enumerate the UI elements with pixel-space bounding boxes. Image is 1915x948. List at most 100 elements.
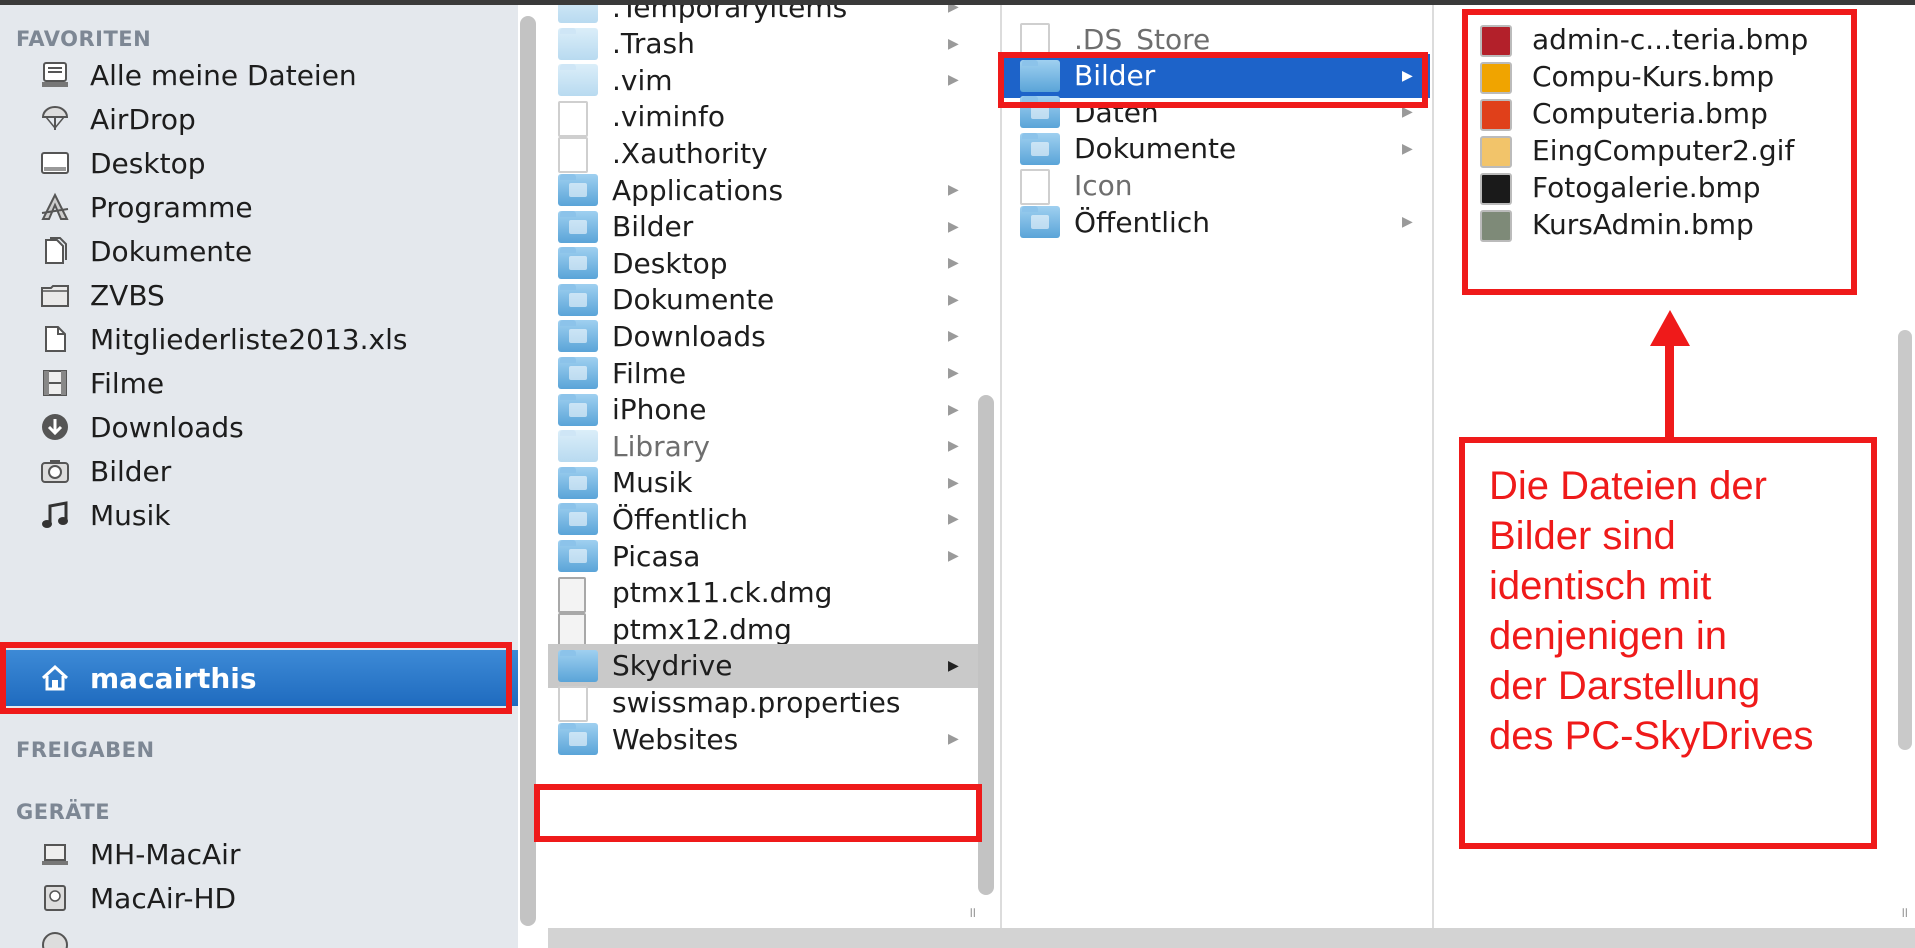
disclosure-arrow-icon: ▶ [948, 731, 959, 747]
documents-icon [38, 234, 72, 268]
folder-icon [1020, 132, 1060, 165]
folder-icon [558, 283, 598, 316]
file-name: ptmx12.dmg [612, 612, 792, 646]
sidebar-item-label: Desktop [90, 146, 206, 180]
folder-icon [1020, 96, 1060, 129]
disclosure-arrow-icon: ▶ [948, 511, 959, 528]
file-name: Library [612, 429, 710, 463]
disclosure-arrow-icon: ▶ [948, 548, 959, 564]
bmp-thumbnail-icon [1480, 210, 1512, 242]
file-name: Skydrive [612, 649, 733, 683]
sidebar-section-devices: GERÄTE [16, 800, 111, 824]
file-name: Applications [612, 173, 784, 207]
file-row-websites[interactable]: Websites ▶ [548, 717, 978, 761]
camera-icon [38, 454, 72, 488]
file-name: Computeria.bmp [1532, 96, 1768, 130]
file-name: Daten [1074, 95, 1159, 129]
sidebar-item-label: Dokumente [90, 234, 253, 268]
column-resize-grip[interactable]: ॥ [968, 903, 976, 922]
folder-icon [38, 278, 72, 312]
folder-icon [558, 540, 598, 572]
disclosure-arrow-icon: ▶ [948, 255, 959, 272]
disclosure-arrow-icon: ▶ [1402, 214, 1413, 230]
file-name: iPhone [612, 393, 707, 427]
disclosure-arrow-icon: ▶ [948, 657, 959, 674]
sidebar-item-label: macairthis [90, 661, 257, 695]
file-name: Picasa [612, 539, 701, 573]
file-name: .vim [612, 63, 673, 97]
all-files-icon [38, 58, 72, 92]
disclosure-arrow-icon: ▶ [948, 474, 959, 491]
file-row-kursadmin-bmp[interactable]: KursAdmin.bmp [1480, 202, 1860, 246]
folder-icon [558, 430, 598, 463]
home-icon [38, 661, 72, 695]
column-bilder-scrollbar[interactable] [1898, 330, 1912, 750]
disclosure-arrow-icon: ▶ [948, 401, 959, 418]
file-name: Desktop [612, 246, 728, 280]
sidebar-item-label: AirDrop [90, 102, 196, 136]
column-home-scrollbar[interactable] [978, 395, 994, 895]
annotation-line: denjenigen in [1489, 614, 1727, 658]
annotation-line: Die Dateien der [1489, 464, 1767, 508]
sidebar-item-label: MacAir-HD [90, 881, 237, 915]
annotation-line: Bilder sind [1489, 514, 1676, 558]
folder-icon [1020, 206, 1060, 238]
folder-icon [558, 210, 598, 243]
annotation-line: identisch mit [1489, 564, 1712, 608]
disclosure-arrow-icon: ▶ [1402, 104, 1413, 121]
file-row-öffentlich[interactable]: Öffentlich ▶ [1002, 200, 1430, 244]
folder-icon [558, 27, 598, 60]
horizontal-scrollbar[interactable] [548, 928, 1915, 948]
file-name: Bilder [612, 210, 694, 244]
sidebar-scrollbar[interactable] [520, 16, 536, 926]
applications-icon [38, 190, 72, 224]
disclosure-arrow-icon: ▶ [1402, 67, 1413, 84]
disclosure-arrow-icon: ▶ [948, 72, 959, 89]
annotation-arrow [1665, 340, 1674, 440]
file-name: .Xauthority [612, 136, 768, 170]
file-name: Fotogalerie.bmp [1532, 170, 1761, 204]
folder-icon [558, 174, 598, 206]
sidebar-item-label: Filme [90, 366, 165, 400]
file-name: Öffentlich [612, 502, 748, 536]
folder-icon [1020, 59, 1060, 92]
column-home: .Temporaryitems ▶ .Trash ▶ .vim ▶ .viminfo .Xau… [548, 5, 978, 948]
downloads-icon [38, 410, 72, 444]
disclosure-arrow-icon: ▶ [948, 438, 959, 455]
sidebar-item-home[interactable]: macairthis [0, 650, 518, 706]
disclosure-arrow-icon: ▶ [948, 182, 959, 198]
annotation-box: Die Dateien der Bilder sind identisch mi… [1459, 437, 1877, 849]
bmp-thumbnail-icon [1480, 25, 1512, 57]
desktop-icon [38, 146, 72, 180]
file-name: Bilder [1074, 59, 1156, 93]
sidebar-section-shares: FREIGABEN [16, 738, 155, 762]
file-name: Filme [612, 356, 687, 390]
file-name: Compu-Kurs.bmp [1532, 59, 1775, 93]
sidebar-item-music[interactable]: Musik [0, 489, 518, 541]
sidebar-item-partial[interactable] [0, 916, 518, 948]
sidebar-item-label: Downloads [90, 410, 244, 444]
sidebar-item-label: Mitgliederliste2013.xls [90, 322, 408, 356]
annotation-text: Die Dateien der Bilder sind identisch mi… [1489, 461, 1869, 761]
folder-icon [558, 723, 598, 755]
file-name: .DS_Store [1074, 22, 1211, 56]
file-name: .Trash [612, 27, 695, 61]
annotation-line: des PC-SkyDrives [1489, 714, 1814, 758]
file-name: Musik [612, 466, 693, 500]
disclosure-arrow-icon: ▶ [948, 328, 959, 345]
sidebar-item-label: ZVBS [90, 278, 165, 312]
sidebar-item-label: Musik [90, 498, 171, 532]
sidebar-item-label: MH-MacAir [90, 837, 241, 871]
folder-icon [558, 393, 598, 426]
disclosure-arrow-icon: ▶ [948, 35, 959, 52]
file-name: Websites [612, 722, 739, 756]
annotation-line: der Darstellung [1489, 664, 1761, 708]
folder-icon [558, 466, 598, 499]
folder-icon [558, 503, 598, 536]
column-resize-grip[interactable]: ॥ [1900, 903, 1908, 922]
gif-thumbnail-icon [1480, 136, 1512, 168]
folder-icon [558, 5, 598, 23]
disclosure-arrow-icon: ▶ [948, 291, 959, 308]
file-name: .viminfo [612, 100, 726, 134]
file-name: Icon [1074, 168, 1133, 202]
